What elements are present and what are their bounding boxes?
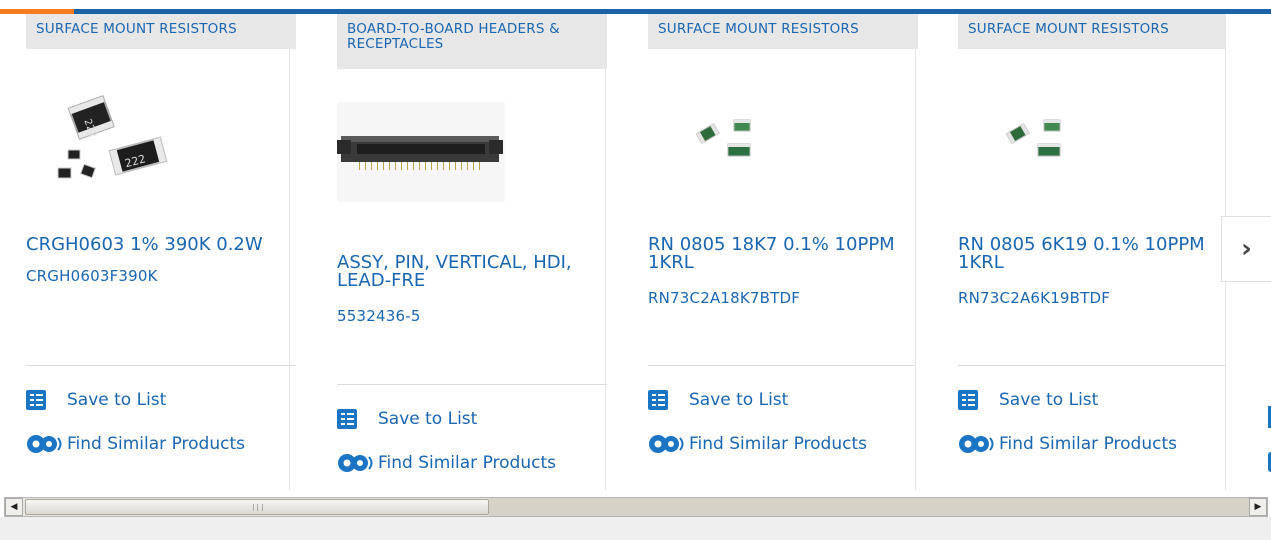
product-card: SURFACE MOUNT RESISTORS RN 0805 6K19 0.1… bbox=[936, 14, 1226, 490]
carousel-next-button[interactable]: › bbox=[1221, 216, 1271, 282]
checklist-icon bbox=[958, 390, 978, 410]
board-connector-image bbox=[337, 102, 505, 202]
product-card: BOARD-TO-BOARD HEADERS & RECEPTACLES ASS… bbox=[316, 14, 607, 490]
find-similar-button[interactable]: Find Similar Products bbox=[646, 433, 867, 455]
product-title[interactable]: CRGH0603 1% 390K 0.2W bbox=[26, 236, 296, 254]
part-number[interactable]: RN73C2A18K7BTDF bbox=[648, 289, 800, 307]
find-similar-button[interactable]: Find Similar Products bbox=[24, 433, 245, 455]
scroll-right-arrow[interactable]: ▶ bbox=[1249, 498, 1267, 516]
checklist-icon bbox=[26, 390, 46, 410]
top-accent-bar bbox=[0, 0, 1271, 14]
part-number[interactable]: RN73C2A6K19BTDF bbox=[958, 289, 1110, 307]
save-to-list-label: Save to List bbox=[67, 390, 167, 410]
find-similar-label: Find Similar Products bbox=[999, 434, 1177, 454]
smd-resistor-chips-image: 222 222 bbox=[57, 94, 168, 179]
save-to-list-label: Save to List bbox=[378, 409, 478, 429]
find-similar-label: Find Similar Products bbox=[67, 434, 245, 454]
scrollbar-thumb[interactable] bbox=[25, 499, 489, 515]
save-to-list-button[interactable]: Save to List bbox=[648, 390, 788, 410]
save-to-list-button[interactable]: Save to List bbox=[337, 409, 477, 429]
checklist-icon bbox=[648, 390, 668, 410]
product-title[interactable]: RN 0805 18K7 0.1% 10PPM 1KRL bbox=[648, 236, 918, 272]
product-card: SURFACE MOUNT RESISTORS 222 222 CRGH0603… bbox=[0, 14, 296, 490]
save-to-list-label: Save to List bbox=[689, 390, 789, 410]
chevron-right-icon: › bbox=[1241, 234, 1252, 264]
product-category[interactable]: SURFACE MOUNT RESISTORS bbox=[958, 14, 1226, 49]
product-card: SURFACE MOUNT RESISTORS RN 0805 18K7 0.1… bbox=[626, 14, 918, 490]
divider bbox=[337, 384, 607, 385]
divider bbox=[26, 365, 296, 366]
divider bbox=[958, 365, 1226, 366]
gears-icon bbox=[338, 454, 373, 472]
product-category[interactable]: SURFACE MOUNT RESISTORS bbox=[648, 14, 918, 49]
scroll-left-arrow[interactable]: ◀ bbox=[5, 498, 23, 516]
gears-icon bbox=[27, 435, 62, 453]
find-similar-label: Find Similar Products bbox=[378, 453, 556, 473]
grip-icon bbox=[253, 504, 263, 511]
product-category[interactable]: SURFACE MOUNT RESISTORS bbox=[26, 14, 296, 49]
product-image[interactable] bbox=[1004, 114, 1074, 160]
gears-icon bbox=[649, 435, 684, 453]
thin-film-resistor-image bbox=[695, 119, 751, 157]
gears-icon bbox=[959, 435, 994, 453]
part-number[interactable]: CRGH0603F390K bbox=[26, 267, 158, 285]
find-similar-button[interactable]: Find Similar Products bbox=[335, 452, 556, 474]
checklist-icon bbox=[337, 409, 357, 429]
product-category[interactable]: BOARD-TO-BOARD HEADERS & RECEPTACLES bbox=[337, 14, 607, 69]
product-title[interactable]: ASSY, PIN, VERTICAL, HDI, LEAD-FRE bbox=[337, 254, 605, 290]
product-image[interactable]: 222 222 bbox=[48, 88, 172, 188]
product-carousel: SURFACE MOUNT RESISTORS 222 222 CRGH0603… bbox=[0, 14, 1271, 490]
save-to-list-label: Save to List bbox=[999, 390, 1099, 410]
find-similar-button[interactable]: Find Similar Products bbox=[956, 433, 1177, 455]
save-to-list-button[interactable]: Save to List bbox=[958, 390, 1098, 410]
product-image[interactable] bbox=[337, 102, 505, 202]
product-title[interactable]: RN 0805 6K19 0.1% 10PPM 1KRL bbox=[958, 236, 1228, 272]
product-image[interactable] bbox=[694, 114, 764, 160]
scrollbar-track[interactable] bbox=[489, 498, 1249, 516]
horizontal-scrollbar[interactable]: ◀ ▶ bbox=[4, 497, 1268, 517]
part-number[interactable]: 5532436-5 bbox=[337, 307, 421, 325]
find-similar-label: Find Similar Products bbox=[689, 434, 867, 454]
bottom-panel bbox=[0, 517, 1271, 540]
thin-film-resistor-image bbox=[1005, 119, 1061, 157]
divider bbox=[648, 365, 916, 366]
save-to-list-button[interactable]: Save to List bbox=[26, 390, 166, 410]
